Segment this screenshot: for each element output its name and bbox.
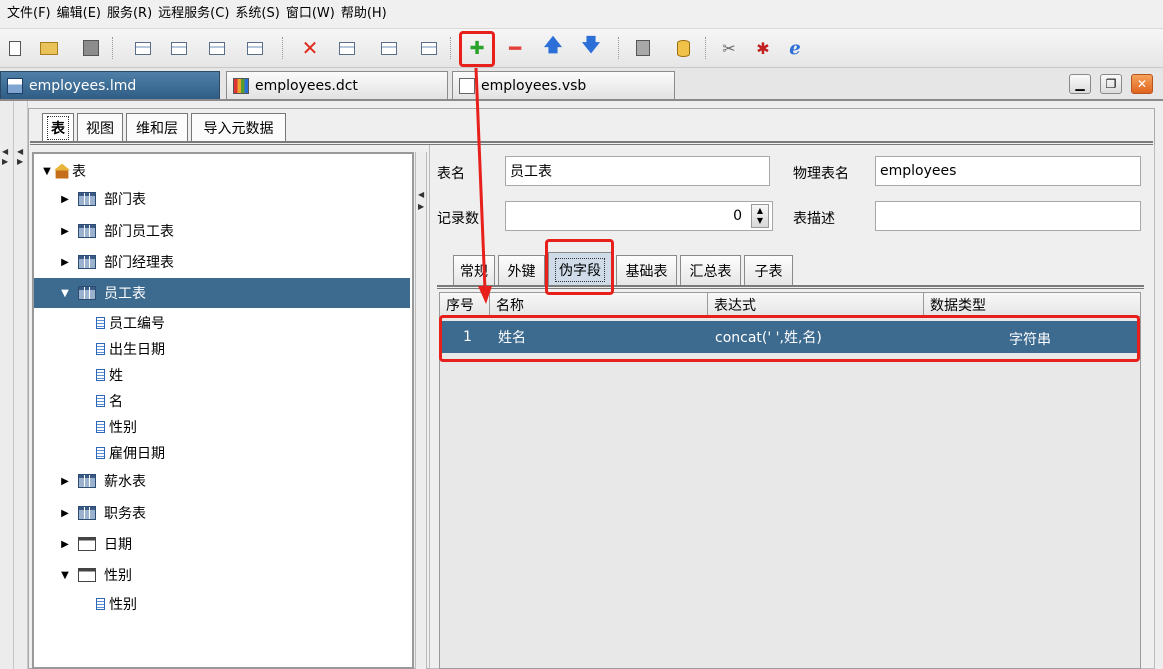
annotation-arrow bbox=[474, 67, 492, 304]
arrow-line bbox=[474, 67, 487, 291]
arrow-head bbox=[478, 286, 492, 304]
